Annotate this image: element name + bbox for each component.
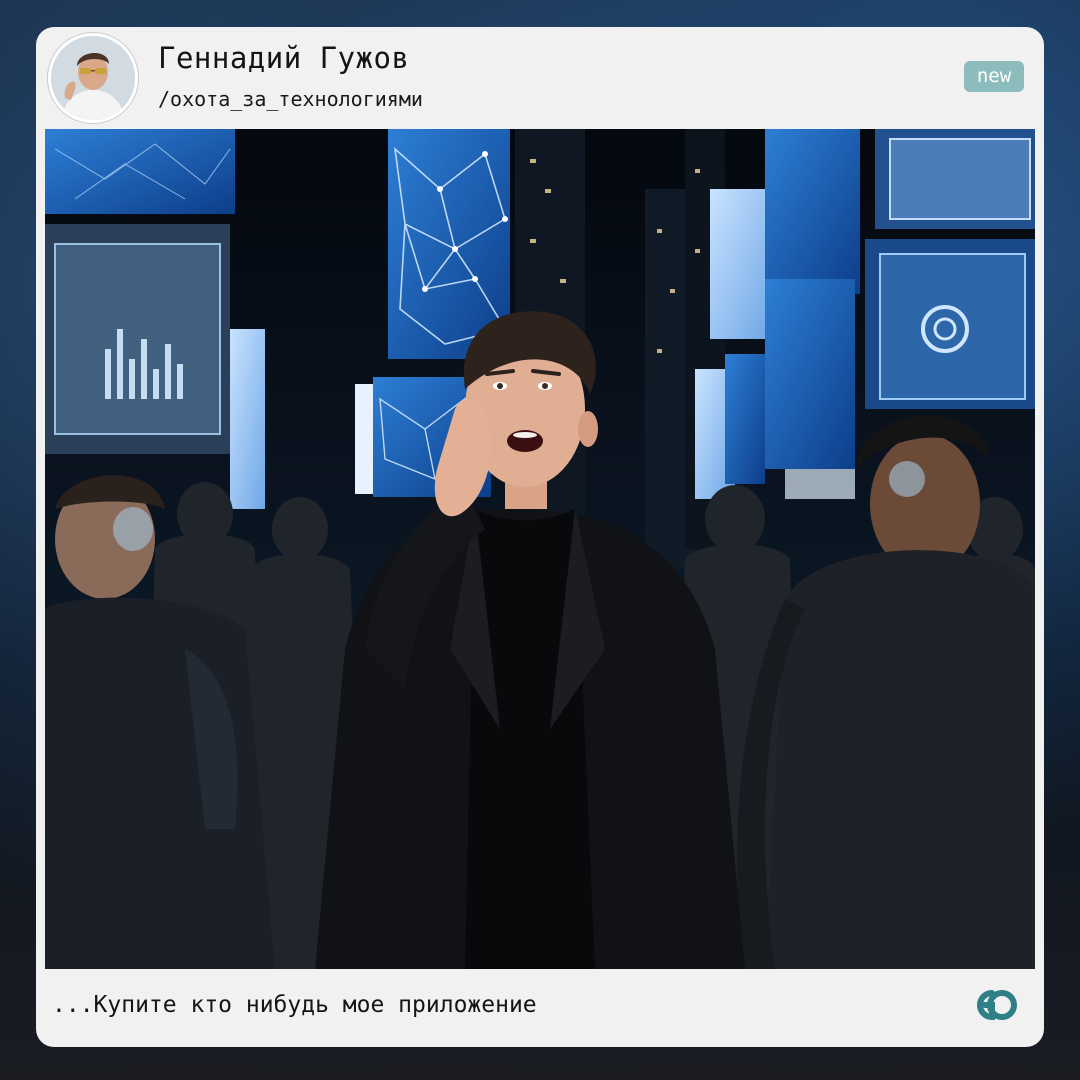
channel-logo-shape xyxy=(977,990,1017,1021)
author-avatar[interactable] xyxy=(48,33,138,123)
post-photo[interactable] xyxy=(45,129,1035,969)
channel-logo-icon[interactable] xyxy=(970,985,1024,1025)
avatar-illustration xyxy=(51,36,135,120)
post-photo-illustration xyxy=(45,129,1035,969)
new-badge: new xyxy=(964,61,1024,92)
post-card: Геннадий Гужов /охота_за_технологиями ne… xyxy=(36,27,1044,1047)
post-caption: ...Купите кто нибудь мое приложение xyxy=(52,992,537,1018)
channel-handle[interactable]: /охота_за_технологиями xyxy=(158,87,423,111)
author-name[interactable]: Геннадий Гужов xyxy=(158,41,409,75)
post-header: Геннадий Гужов /охота_за_технологиями ne… xyxy=(36,27,1044,129)
